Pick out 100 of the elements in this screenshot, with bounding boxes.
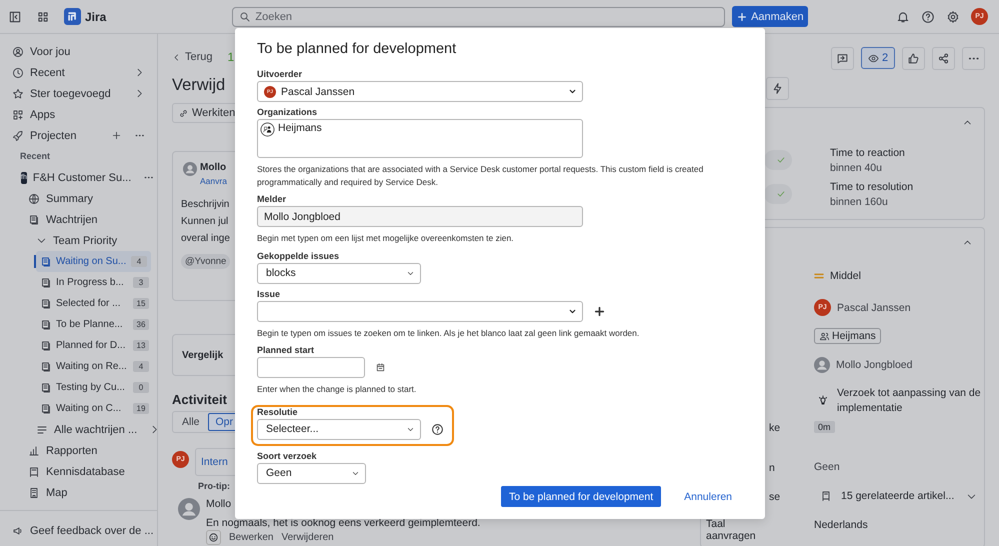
watch-button[interactable]: 2 [861,47,895,69]
create-button[interactable]: Aanmaken [732,6,808,27]
field-help-text: Begin te typen om issues te zoeken om te linken. Als je het blanco laat zal geen link gemaakt worden. [257,326,640,340]
queue-group[interactable]: Alle wachtrijen ... [0,419,157,440]
thumbs-up-icon[interactable] [902,46,925,70]
chevron-down-icon [568,87,577,96]
cancel-button[interactable]: Annuleren [678,490,738,504]
plus-icon[interactable] [593,304,606,318]
feedback-icon[interactable] [831,46,854,70]
author-name: Mollo [200,162,227,173]
section-label: Recent [19,150,52,163]
organization-tag[interactable]: Heijmans [814,328,881,344]
queue-item[interactable]: Selected for ... 15 [0,293,157,314]
internal-note-link[interactable]: Intern [201,456,228,468]
people-icon [819,330,830,342]
nav-item[interactable]: Kennisdatabase [0,461,157,482]
card-title: Vergelijk [182,350,224,360]
clock-icon [12,66,24,78]
app-name[interactable]: Jira [85,10,106,24]
nav-item[interactable]: Apps [0,104,157,125]
check-icon [776,189,786,199]
activity-tab[interactable]: Alle [174,413,208,431]
select-field[interactable]: blocks [257,262,421,284]
rocket-icon [12,130,24,142]
sla-value: binnen 160u [830,196,889,208]
nav-item[interactable]: Recent [0,62,157,83]
field-label: n [769,461,775,474]
star-icon [12,88,24,100]
field-label: Uitvoerder [257,69,302,79]
queue-item[interactable]: Waiting on Su... 4 [36,251,151,272]
queue-icon [40,298,52,310]
search-icon [239,10,252,22]
nav-item[interactable]: Wachtrijen [0,209,157,230]
book-icon [820,490,832,502]
search-field[interactable]: Zoeken [232,6,726,26]
related-articles-text[interactable]: 15 gerelateerde artikel... [841,490,954,502]
field-label: Planned start [257,344,314,355]
nav-item[interactable]: Voor jou [0,41,157,62]
nav-item[interactable]: Projecten [0,125,157,146]
queue-icon [40,382,52,394]
description-text: Kunnen jul [181,216,228,227]
queue-item[interactable]: Testing by Cu... 0 [0,377,157,398]
date-field[interactable] [257,356,365,378]
queue-item[interactable]: Waiting on Re... 4 [0,356,157,377]
submit-button[interactable]: To be planned for development [500,486,662,507]
queue-icon [40,340,52,352]
nav-item[interactable]: Map [0,482,157,503]
help-icon[interactable] [921,10,935,24]
calendar-icon[interactable] [375,362,386,373]
comment-action-link[interactable]: Verwijderen [281,532,334,543]
nav-item[interactable]: Rapporten [0,440,157,461]
bar-chart-icon [28,444,40,456]
apps-icon [12,108,24,120]
queue-icon [40,402,52,414]
mention-tag[interactable]: @Yvonne [181,254,230,269]
check-icon [776,155,786,165]
sidebar-toggle-icon[interactable] [8,10,22,24]
queue-item[interactable]: Waiting on C... 19 [0,398,157,419]
priority-icon [814,272,824,280]
request-type-link[interactable]: Aanvra [200,176,227,186]
select-field[interactable]: Selecteer... [257,418,421,440]
description-text: overal inge [181,233,230,244]
count-badge: 15 [133,298,149,309]
feedback-link[interactable]: Geef feedback over de ... [0,520,157,541]
help-icon[interactable] [431,422,444,436]
link-icon [178,108,189,118]
settings-icon[interactable] [946,10,960,24]
queue-item[interactable]: In Progress b... 3 [0,272,157,293]
queue-group[interactable]: Team Priority [0,230,157,251]
share-icon[interactable] [932,46,955,70]
megaphone-icon [12,524,24,536]
nav-item[interactable]: Summary [0,188,157,209]
emoji-icon[interactable] [206,530,221,545]
count-badge: 19 [133,403,149,414]
request-type-value: Verzoek tot aanpassing van de implementatie [837,386,982,416]
chevron-left-icon [172,52,181,62]
field-value: Geen [814,461,840,473]
activity-heading: Activiteit [172,392,227,407]
reporter-field[interactable]: Mollo Jongbloed [257,206,583,228]
back-link[interactable]: Terug [172,51,213,63]
reporter-name[interactable]: Mollo Jongbloed [836,359,912,371]
comment-action-link[interactable]: Bewerken [229,532,274,543]
lightning-icon[interactable] [766,77,789,100]
select-field[interactable]: Geen [257,462,366,484]
issue-title: Verwijd [172,76,226,96]
building-icon [28,486,40,498]
organizations-field[interactable]: Heijmans [257,119,583,158]
queue-item[interactable]: Planned for D... 13 [0,335,157,356]
count-badge: 3 [133,277,149,288]
assignee-name[interactable]: Pascal Janssen [837,302,911,314]
bell-icon[interactable] [896,10,910,24]
person-avatar-icon [178,498,200,520]
apps-grid-icon[interactable] [36,10,50,24]
lightbulb-icon [817,394,829,407]
organization-icon [260,122,275,137]
nav-item[interactable]: Ster toegevoegd [0,83,157,104]
logo-icon[interactable] [64,8,81,25]
queue-item[interactable]: To be Planne... 36 [0,314,157,335]
field-value: Nederlands [814,519,868,531]
priority-value: Middel [830,270,861,282]
